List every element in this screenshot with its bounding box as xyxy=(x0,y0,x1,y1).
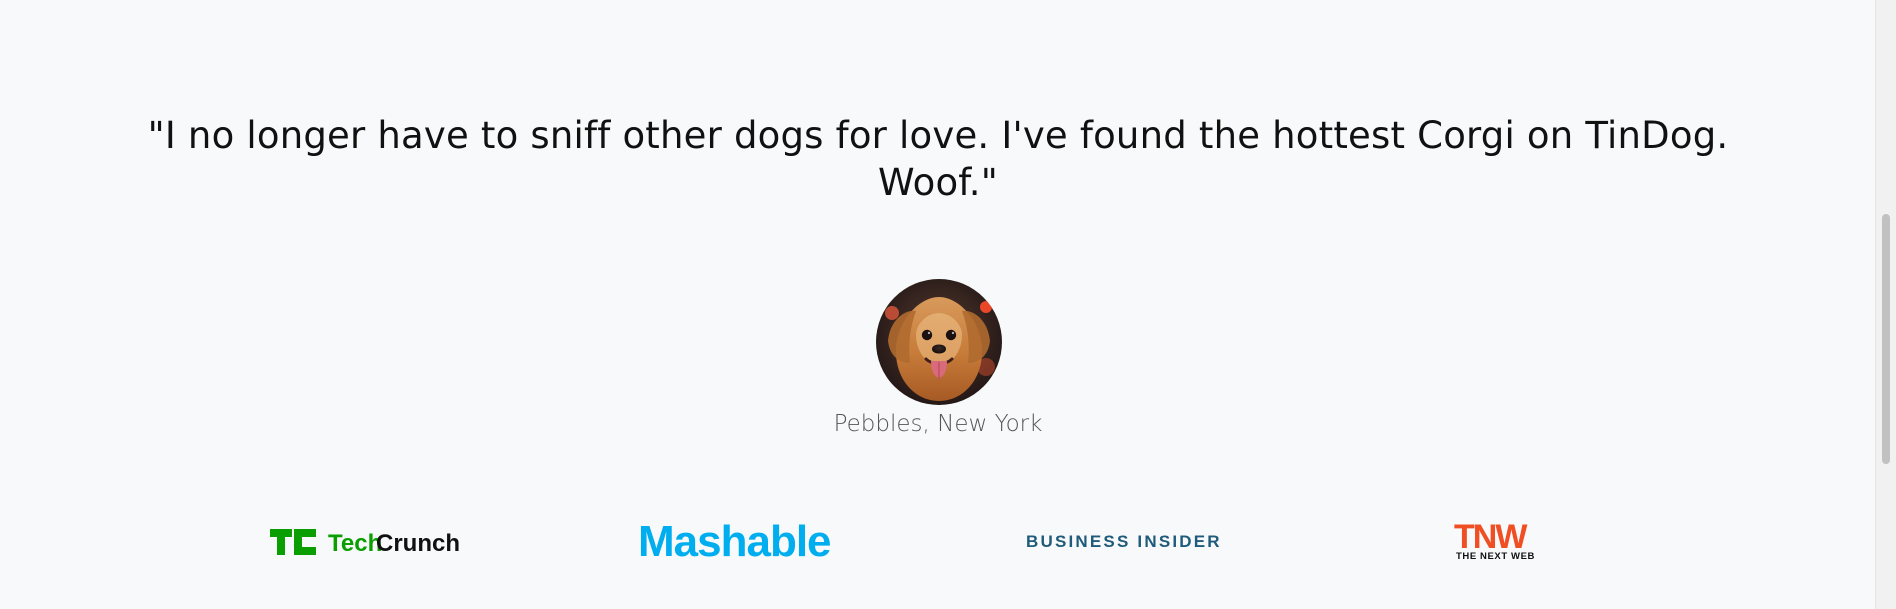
testimonial-quote: "I no longer have to sniff other dogs fo… xyxy=(147,114,1729,204)
mashable-logo: Mashable xyxy=(638,518,832,564)
business-insider-text: BUSINESS INSIDER xyxy=(1026,532,1222,551)
business-insider-logo: BUSINESS INSIDER xyxy=(1026,532,1222,551)
tnw-logo: TNW THE NEXT WEB xyxy=(1454,518,1535,562)
dog-avatar-image xyxy=(876,279,1002,405)
scrollbar-thumb[interactable] xyxy=(1882,214,1890,464)
testimonial-author: Pebbles, New York xyxy=(833,411,1043,437)
vertical-scrollbar[interactable] xyxy=(1875,0,1896,609)
techcrunch-logo: Tech Crunch xyxy=(270,529,460,557)
techcrunch-word1: Tech xyxy=(328,530,382,557)
press-logos: Tech Crunch Mashable BUSINESS INSIDER TN… xyxy=(0,500,1876,580)
mashable-text: Mashable xyxy=(638,518,831,564)
techcrunch-word2: Crunch xyxy=(376,530,460,557)
dog-avatar xyxy=(876,279,1002,405)
tnw-subtitle: THE NEXT WEB xyxy=(1456,551,1535,562)
